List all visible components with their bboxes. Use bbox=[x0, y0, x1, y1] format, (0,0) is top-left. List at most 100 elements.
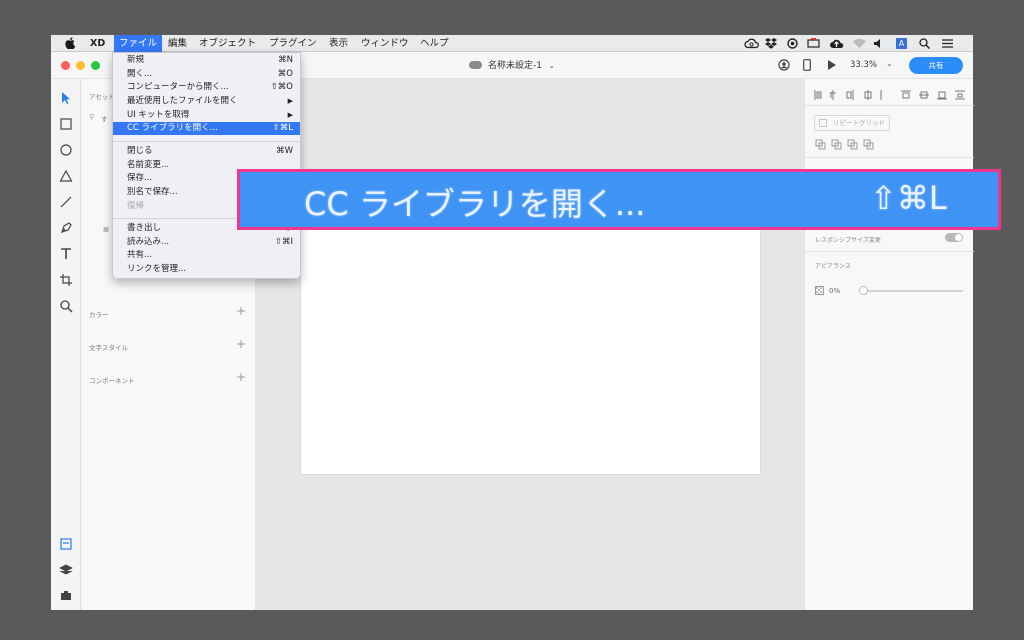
menu-item-label: 読み込み... bbox=[127, 237, 170, 247]
zoom-window-button[interactable] bbox=[91, 61, 100, 70]
layers-panel-icon[interactable] bbox=[59, 563, 73, 577]
menu-item-label: CC ライブラリを開く... bbox=[127, 123, 218, 133]
menu-window[interactable]: ウィンドウ bbox=[356, 35, 414, 52]
menu-item-open-cc-libraries[interactable]: CC ライブラリを開く... ⇧⌘L bbox=[113, 122, 300, 135]
shortcut-label: ⌘N bbox=[278, 55, 293, 65]
menu-separator bbox=[113, 141, 300, 142]
search-icon[interactable] bbox=[919, 38, 930, 49]
section-components-label: コンポーネント bbox=[89, 377, 135, 385]
creative-cloud-icon[interactable] bbox=[744, 38, 759, 49]
divider bbox=[805, 157, 974, 158]
menu-item-label: 最近使用したファイルを開く bbox=[127, 96, 238, 106]
menu-item-open-recent[interactable]: 最近使用したファイルを開く ▶ bbox=[113, 95, 300, 108]
menu-item-label: 書き出し bbox=[127, 223, 162, 233]
opacity-value[interactable]: 0% bbox=[829, 287, 840, 295]
cast-icon[interactable] bbox=[807, 38, 820, 49]
align-icons[interactable] bbox=[813, 89, 968, 101]
play-icon[interactable] bbox=[827, 59, 837, 71]
repeat-grid-icon bbox=[819, 119, 827, 127]
shortcut-label: ⇧⌘L bbox=[272, 123, 293, 133]
zoom-callout: CC ライブラリを開く... ⇧⌘L bbox=[237, 169, 1001, 230]
pen-tool-icon[interactable] bbox=[59, 221, 73, 235]
menu-item-label: 閉じる bbox=[127, 146, 153, 156]
repeat-grid-button[interactable]: リピートグリッド bbox=[814, 115, 890, 131]
menu-edit[interactable]: 編集 bbox=[163, 35, 192, 52]
apple-icon[interactable] bbox=[65, 37, 75, 49]
menu-list-icon[interactable] bbox=[941, 38, 954, 49]
artboard-tool-icon[interactable] bbox=[59, 273, 73, 287]
menu-bar: XD ファイル 編集 オブジェクト プラグイン 表示 ウィンドウ ヘルプ A bbox=[51, 35, 973, 52]
line-tool-icon[interactable] bbox=[59, 195, 73, 209]
menu-item-manage-links[interactable]: リンクを管理... bbox=[113, 263, 300, 276]
shortcut-label: ⇧⌘O bbox=[270, 82, 293, 92]
user-icon[interactable] bbox=[778, 59, 790, 71]
menu-plugins[interactable]: プラグイン bbox=[264, 35, 322, 52]
menu-view[interactable]: 表示 bbox=[324, 35, 353, 52]
menu-help[interactable]: ヘルプ bbox=[415, 35, 454, 52]
canvas[interactable] bbox=[256, 79, 804, 610]
menu-item-share[interactable]: 共有... bbox=[113, 249, 300, 262]
menu-item-label: リンクを管理... bbox=[127, 264, 187, 274]
section-character-styles-label: 文字スタイル bbox=[89, 344, 128, 352]
responsive-resize-toggle[interactable] bbox=[945, 233, 963, 242]
menu-item-label: 新規 bbox=[127, 55, 145, 65]
upload-icon[interactable] bbox=[829, 38, 844, 49]
add-color-button[interactable]: + bbox=[236, 304, 246, 318]
artboard[interactable] bbox=[300, 217, 761, 475]
menu-file[interactable]: ファイル bbox=[114, 35, 163, 52]
zoom-chevron-icon[interactable]: ⌄ bbox=[886, 59, 893, 68]
submenu-arrow-icon: ▶ bbox=[287, 97, 293, 105]
share-button[interactable]: 共有 bbox=[909, 57, 963, 74]
menu-item-label: 保存... bbox=[127, 173, 153, 183]
asset-search-input[interactable]: す bbox=[101, 113, 108, 123]
assets-panel-icon[interactable] bbox=[59, 537, 73, 551]
rectangle-tool-icon[interactable] bbox=[59, 117, 73, 131]
menu-app-xd[interactable]: XD bbox=[85, 35, 110, 52]
device-preview-icon[interactable] bbox=[803, 59, 811, 71]
menu-item-label: 共有... bbox=[127, 250, 153, 260]
volume-icon[interactable] bbox=[873, 38, 885, 49]
ellipse-tool-icon[interactable] bbox=[59, 143, 73, 157]
sync-icon[interactable] bbox=[786, 38, 799, 49]
add-character-style-button[interactable]: + bbox=[236, 337, 246, 351]
zoom-level[interactable]: 33.3% bbox=[850, 60, 877, 70]
menu-item-close[interactable]: 閉じる ⌘W bbox=[113, 145, 300, 158]
menu-item-open[interactable]: 開く... ⌘O bbox=[113, 68, 300, 81]
select-tool-icon[interactable] bbox=[59, 91, 73, 105]
divider bbox=[805, 251, 974, 252]
menu-item-new[interactable]: 新規 ⌘N bbox=[113, 54, 300, 67]
callout-label: CC ライブラリを開く... bbox=[304, 185, 646, 223]
shortcut-label: ⌘O bbox=[277, 69, 293, 79]
menu-item-get-ui-kits[interactable]: UI キットを取得 ▶ bbox=[113, 109, 300, 122]
section-colors-label: カラー bbox=[89, 311, 109, 319]
polygon-tool-icon[interactable] bbox=[59, 169, 73, 183]
minimize-window-button[interactable] bbox=[76, 61, 85, 70]
add-component-button[interactable]: + bbox=[236, 370, 246, 384]
align-toolbar bbox=[813, 86, 968, 101]
input-source-icon[interactable]: A bbox=[896, 38, 907, 49]
tool-bar bbox=[51, 79, 81, 610]
menu-item-label: 別名で保存... bbox=[127, 187, 178, 197]
document-title-label: 名称未設定-1 bbox=[488, 61, 542, 71]
cloud-document-icon bbox=[469, 61, 482, 69]
chevron-down-icon: ⌄ bbox=[548, 62, 555, 70]
menu-item-label: 名前変更... bbox=[127, 160, 170, 170]
opacity-slider-track[interactable] bbox=[865, 290, 963, 292]
shortcut-label: ⌘W bbox=[276, 146, 293, 156]
menu-object[interactable]: オブジェクト bbox=[194, 35, 261, 52]
boolean-ops-icons[interactable] bbox=[815, 139, 879, 150]
menu-item-label: UI キットを取得 bbox=[127, 110, 190, 120]
document-title[interactable]: 名称未設定-1 ⌄ bbox=[469, 58, 555, 71]
menu-item-import[interactable]: 読み込み... ⇧⌘I bbox=[113, 236, 300, 249]
dropbox-icon[interactable] bbox=[765, 38, 777, 49]
opacity-icon bbox=[815, 286, 824, 295]
menu-item-open-from-computer[interactable]: コンピューターから開く... ⇧⌘O bbox=[113, 81, 300, 94]
plugins-panel-icon[interactable] bbox=[59, 588, 73, 602]
text-tool-icon[interactable] bbox=[59, 247, 73, 261]
zoom-tool-icon[interactable] bbox=[59, 299, 73, 313]
close-window-button[interactable] bbox=[61, 61, 70, 70]
wifi-icon[interactable] bbox=[852, 38, 867, 49]
property-inspector: リピートグリッド レスポンシブサイズ変更 アピアランス 0% bbox=[804, 79, 974, 610]
opacity-slider-knob[interactable] bbox=[859, 286, 868, 295]
submenu-arrow-icon: ▶ bbox=[287, 111, 293, 119]
